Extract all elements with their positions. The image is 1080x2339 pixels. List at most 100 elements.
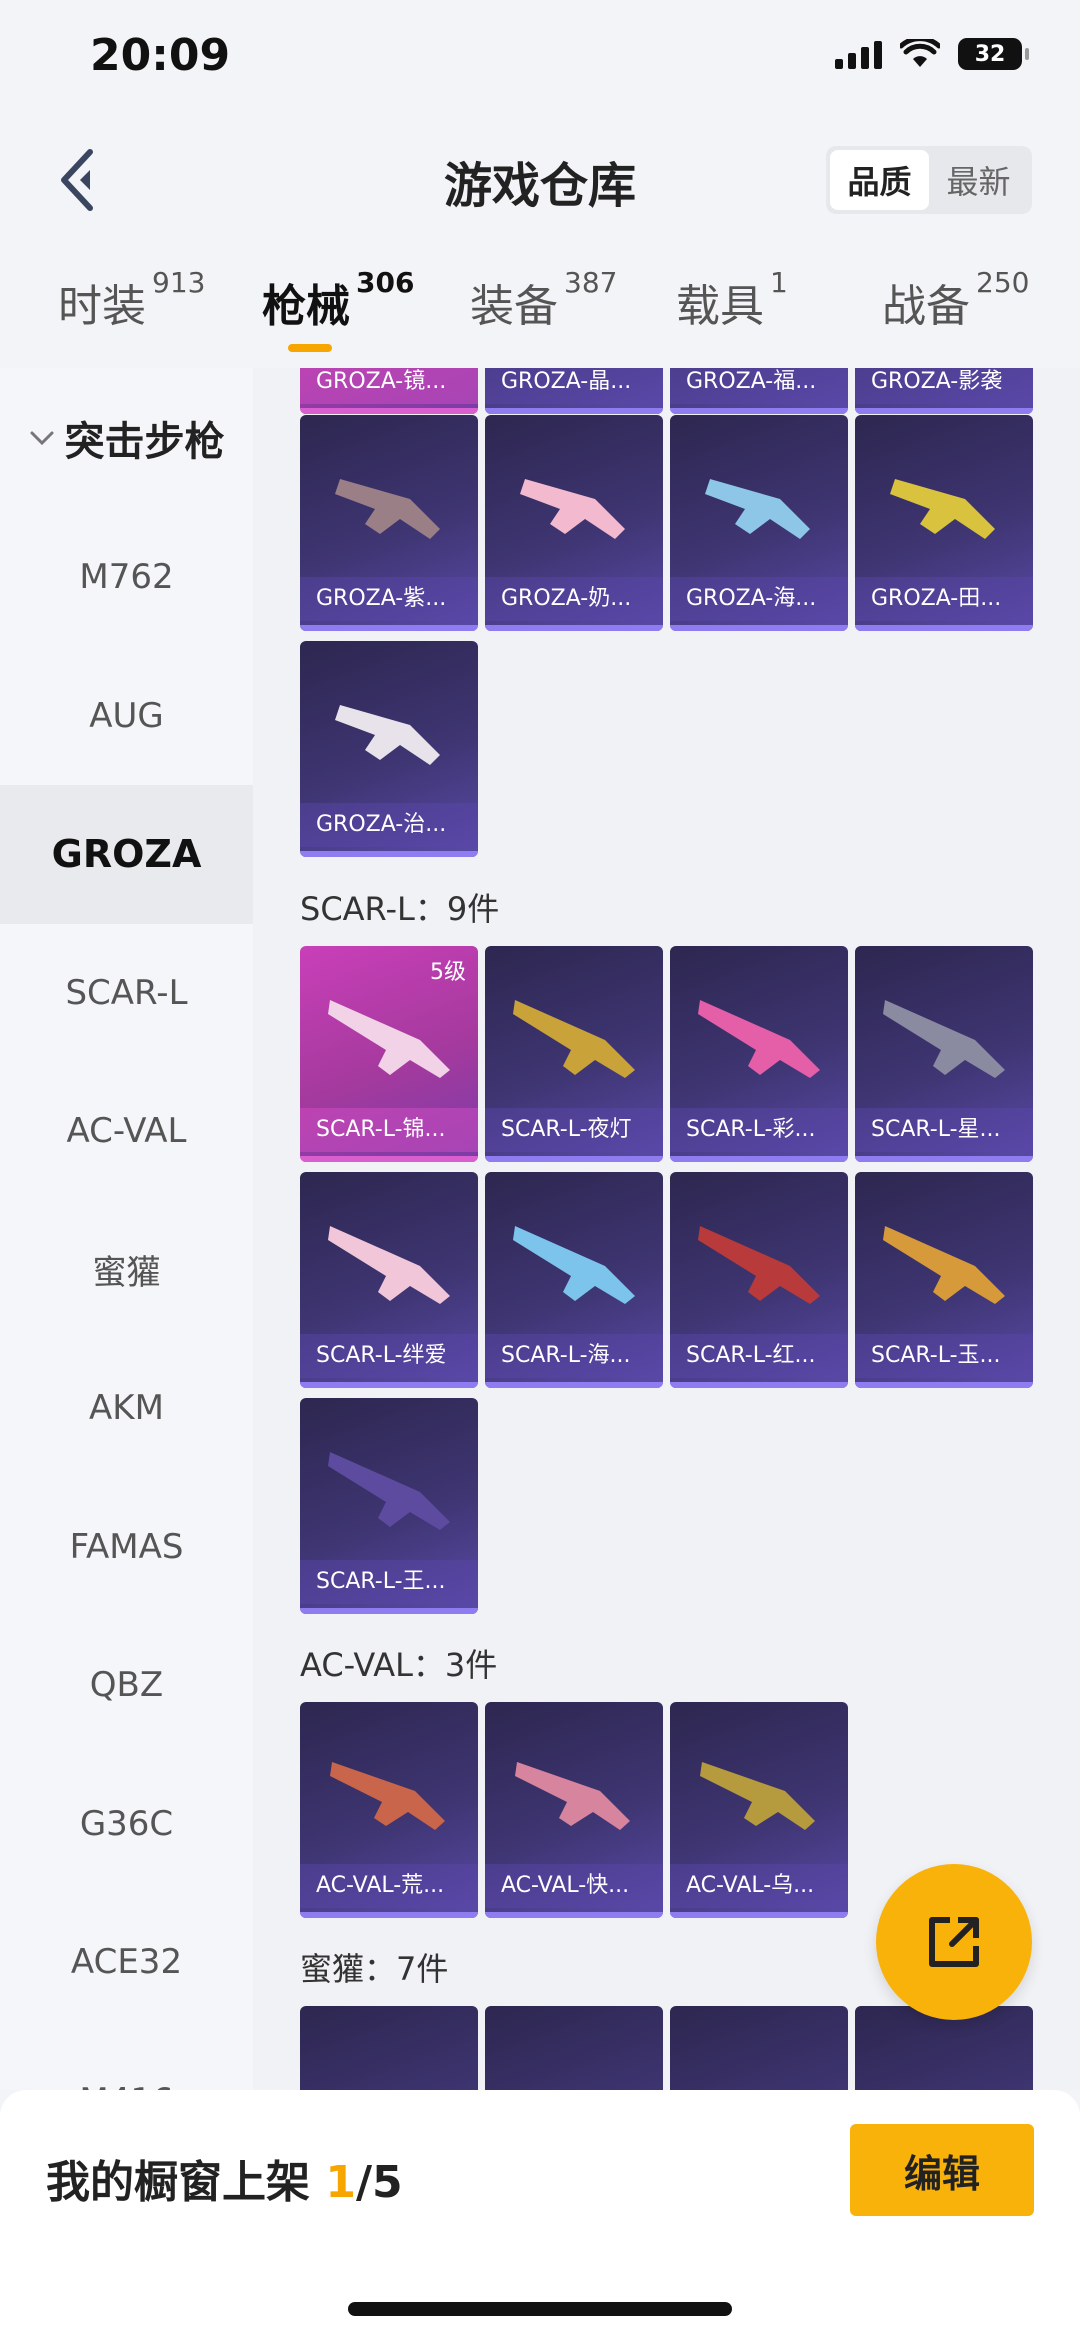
skin-name: GROZA-奶... bbox=[485, 577, 663, 621]
section-title-ac-val: AC-VAL：3件 bbox=[300, 1646, 498, 1684]
rifle-icon bbox=[335, 705, 440, 765]
skin-card[interactable]: 5级 SCAR-L-锦... bbox=[300, 946, 478, 1162]
home-indicator[interactable] bbox=[348, 2302, 732, 2316]
tab-count: 306 bbox=[356, 266, 415, 299]
skin-card[interactable] bbox=[300, 2006, 478, 2090]
rifle-icon bbox=[520, 479, 625, 539]
rifle-icon bbox=[328, 1452, 450, 1530]
tab-label: 战备 bbox=[882, 281, 970, 332]
tab-label: 装备 bbox=[470, 281, 558, 332]
skin-name: SCAR-L-彩... bbox=[670, 1108, 848, 1152]
sort-newest-option[interactable]: 最新 bbox=[929, 150, 1028, 210]
rifle-icon bbox=[335, 479, 440, 539]
battery-icon: 32 bbox=[958, 38, 1029, 70]
skin-card[interactable]: SCAR-L-星... bbox=[855, 946, 1033, 1162]
skin-card[interactable]: SCAR-L-绊爱 bbox=[300, 1172, 478, 1388]
tab-firearms[interactable]: 枪械 306 bbox=[262, 266, 414, 334]
sidebar-item-m416[interactable]: M416 bbox=[0, 2032, 253, 2090]
skin-name: GROZA-影袭 bbox=[855, 368, 1033, 404]
sort-quality-option[interactable]: 品质 bbox=[830, 150, 929, 210]
status-icons: 32 bbox=[835, 38, 1029, 70]
rifle-icon bbox=[705, 479, 810, 539]
rifle-icon bbox=[890, 479, 995, 539]
skin-name: GROZA-晶... bbox=[485, 368, 663, 404]
skin-card[interactable]: GROZA-福... bbox=[670, 368, 848, 414]
skin-name: SCAR-L-夜灯 bbox=[485, 1108, 663, 1152]
rifle-icon bbox=[698, 1226, 820, 1304]
skin-card[interactable]: GROZA-晶... bbox=[485, 368, 663, 414]
sidebar-item-g36c[interactable]: G36C bbox=[0, 1755, 253, 1894]
skin-card[interactable]: GROZA-紫... bbox=[300, 415, 478, 631]
category-tabs: 时装 913 枪械 306 装备 387 载具 1 战备 250 bbox=[0, 240, 1080, 368]
sidebar-item-aug[interactable]: AUG bbox=[0, 647, 253, 786]
skin-name: GROZA-镜... bbox=[300, 368, 478, 404]
edit-button[interactable]: 编辑 bbox=[850, 2124, 1034, 2216]
tab-combat-gear[interactable]: 战备 250 bbox=[882, 266, 1029, 334]
tab-count: 1 bbox=[770, 266, 788, 299]
skin-card[interactable]: GROZA-影袭 bbox=[855, 368, 1033, 414]
sidebar-item-honey-badger[interactable]: 蜜獾 bbox=[0, 1201, 253, 1340]
skin-card[interactable]: SCAR-L-夜灯 bbox=[485, 946, 663, 1162]
tab-count: 387 bbox=[564, 266, 618, 299]
skin-card[interactable]: AC-VAL-乌... bbox=[670, 1702, 848, 1918]
skin-card[interactable]: AC-VAL-快... bbox=[485, 1702, 663, 1918]
rifle-icon bbox=[328, 1000, 450, 1078]
skin-card[interactable]: GROZA-海... bbox=[670, 415, 848, 631]
rifle-icon bbox=[513, 1000, 635, 1078]
skin-name: SCAR-L-玉... bbox=[855, 1334, 1033, 1378]
tab-vehicles[interactable]: 载具 1 bbox=[676, 266, 788, 334]
showcase-current: 1 bbox=[325, 2157, 356, 2208]
sidebar-category-label: 突击步枪 bbox=[64, 419, 225, 465]
section-title-scar-l: SCAR-L：9件 bbox=[300, 890, 500, 928]
rifle-icon bbox=[513, 1226, 635, 1304]
skin-card[interactable]: AC-VAL-荒... bbox=[300, 1702, 478, 1918]
weapon-grid: GROZA-镜... GROZA-晶... GROZA-福... GROZA-影… bbox=[253, 368, 1080, 2090]
chevron-down-icon bbox=[30, 431, 53, 446]
skin-card[interactable]: SCAR-L-海... bbox=[485, 1172, 663, 1388]
sort-toggle: 品质 最新 bbox=[826, 146, 1032, 214]
bottom-bar: 我的橱窗上架 1/5 编辑 bbox=[0, 2090, 1080, 2339]
sidebar-item-scar-l[interactable]: SCAR-L bbox=[0, 924, 253, 1063]
sidebar-item-qbz[interactable]: QBZ bbox=[0, 1616, 253, 1755]
skin-name: GROZA-治... bbox=[300, 803, 478, 847]
sidebar-item-groza[interactable]: GROZA bbox=[0, 785, 253, 924]
rifle-icon bbox=[698, 1000, 820, 1078]
skin-name: AC-VAL-荒... bbox=[300, 1864, 478, 1908]
skin-name: SCAR-L-红... bbox=[670, 1334, 848, 1378]
sidebar-item-ac-val[interactable]: AC-VAL bbox=[0, 1062, 253, 1201]
skin-card[interactable] bbox=[670, 2006, 848, 2090]
skin-name: SCAR-L-星... bbox=[855, 1108, 1033, 1152]
rifle-icon bbox=[330, 1762, 445, 1830]
skin-card[interactable]: GROZA-镜... bbox=[300, 368, 478, 414]
skin-card[interactable]: SCAR-L-彩... bbox=[670, 946, 848, 1162]
skin-name: AC-VAL-快... bbox=[485, 1864, 663, 1908]
sidebar-category-header[interactable]: 突击步枪 bbox=[0, 368, 253, 508]
skin-card[interactable]: SCAR-L-红... bbox=[670, 1172, 848, 1388]
share-fab[interactable] bbox=[876, 1864, 1032, 2020]
rifle-icon bbox=[700, 1762, 815, 1830]
skin-card[interactable]: SCAR-L-玉... bbox=[855, 1172, 1033, 1388]
sidebar-item-famas[interactable]: FAMAS bbox=[0, 1478, 253, 1617]
rifle-icon bbox=[883, 1226, 1005, 1304]
showcase-status: 我的橱窗上架 1/5 bbox=[46, 2146, 403, 2210]
skin-card[interactable]: GROZA-治... bbox=[300, 641, 478, 857]
sidebar-item-ace32[interactable]: ACE32 bbox=[0, 1893, 253, 2032]
tab-equipment[interactable]: 装备 387 bbox=[470, 266, 617, 334]
skin-name: GROZA-田... bbox=[855, 577, 1033, 621]
skin-card[interactable]: SCAR-L-王... bbox=[300, 1398, 478, 1614]
skin-card[interactable] bbox=[485, 2006, 663, 2090]
skin-card[interactable]: GROZA-奶... bbox=[485, 415, 663, 631]
section-title-honey-badger: 蜜獾：7件 bbox=[300, 1950, 449, 1988]
tab-fashion[interactable]: 时装 913 bbox=[58, 266, 205, 334]
tab-indicator bbox=[288, 344, 332, 352]
skin-name: GROZA-海... bbox=[670, 577, 848, 621]
skin-name: GROZA-紫... bbox=[300, 577, 478, 621]
sidebar-item-akm[interactable]: AKM bbox=[0, 1339, 253, 1478]
skin-name: AC-VAL-乌... bbox=[670, 1864, 848, 1908]
signal-icon bbox=[835, 39, 882, 69]
skin-card[interactable]: GROZA-田... bbox=[855, 415, 1033, 631]
wifi-icon bbox=[900, 39, 940, 67]
sidebar-item-m762[interactable]: M762 bbox=[0, 508, 253, 647]
status-bar: 20:09 32 bbox=[0, 0, 1080, 120]
rifle-icon bbox=[328, 1226, 450, 1304]
